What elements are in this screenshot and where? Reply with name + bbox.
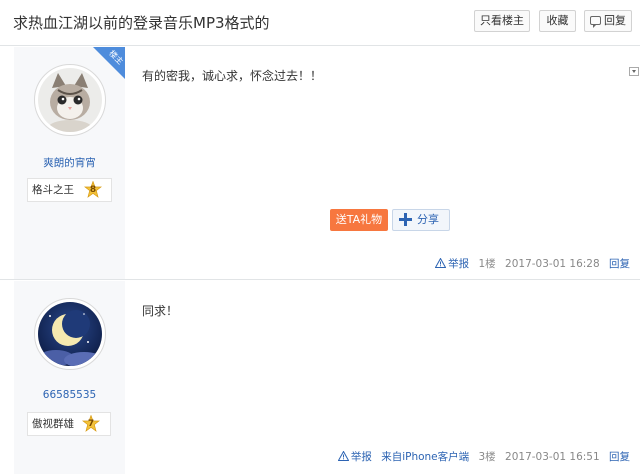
- report-link[interactable]: 举报: [435, 258, 469, 270]
- reply-icon: [590, 16, 601, 28]
- client-source: 来自iPhone客户端: [381, 451, 469, 463]
- reply-button[interactable]: 回复: [584, 10, 632, 32]
- report-label: 举报: [350, 451, 372, 463]
- rank-badge: 格斗之王 8: [27, 178, 112, 202]
- rank-level: 7: [87, 419, 95, 429]
- plus-icon: [399, 213, 412, 226]
- client-source-label[interactable]: 来自iPhone客户端: [381, 451, 469, 463]
- thread-title: 求热血江湖以前的登录音乐MP3格式的: [13, 14, 270, 32]
- username[interactable]: 爽朗的宵宵: [14, 155, 125, 170]
- only-op-button[interactable]: 只看楼主: [474, 10, 530, 32]
- post-content: 同求！: [142, 304, 179, 318]
- warning-icon: [435, 258, 447, 268]
- post-content: 有的密我，诚心求，怀念过去！！: [142, 69, 323, 83]
- floor-number: 1楼: [478, 258, 496, 270]
- author-sidebar: 66585535 傲视群雄 7: [14, 281, 125, 474]
- thread-header: 求热血江湖以前的登录音乐MP3格式的 只看楼主 收藏 回复: [0, 0, 640, 46]
- author-sidebar: 爽朗的宵宵 格斗之王 8: [14, 47, 125, 279]
- menu-caret-icon[interactable]: [629, 67, 639, 76]
- op-badge-label: 楼主: [107, 48, 125, 67]
- rank-title: 格斗之王: [32, 184, 74, 196]
- post-floor-3: 66585535 傲视群雄 7 同求！ 举报 来自iPhone客户端 3楼 20…: [0, 281, 640, 474]
- star-badge-icon: 8: [83, 180, 103, 199]
- reply-link[interactable]: 回复: [609, 258, 630, 270]
- gift-button[interactable]: 送TA礼物: [330, 209, 388, 231]
- rank-level: 8: [89, 185, 97, 195]
- floor-number: 3楼: [478, 451, 496, 463]
- op-badge: 楼主: [93, 47, 125, 79]
- post-time: 2017-03-01 16:28: [505, 258, 600, 270]
- share-label: 分享: [417, 213, 439, 226]
- report-link[interactable]: 举报: [337, 451, 372, 463]
- report-label: 举报: [448, 258, 470, 270]
- star-badge-icon: 7: [81, 414, 101, 433]
- collect-button[interactable]: 收藏: [539, 10, 576, 32]
- rank-title: 傲视群雄: [32, 418, 74, 430]
- reply-link[interactable]: 回复: [609, 451, 630, 463]
- warning-icon: [337, 451, 349, 461]
- moon-avatar: [38, 302, 102, 366]
- post-meta: 举报 来自iPhone客户端 3楼 2017-03-01 16:51 回复: [332, 449, 630, 464]
- post-time: 2017-03-01 16:51: [505, 451, 600, 463]
- rank-badge: 傲视群雄 7: [27, 412, 111, 436]
- post-floor-1: 爽朗的宵宵 格斗之王 8 楼主 有的密我，诚心求，怀念过去！！ 送TA礼物 分享…: [0, 47, 640, 280]
- post-meta: 举报 1楼 2017-03-01 16:28 回复: [429, 256, 630, 271]
- share-button[interactable]: 分享: [392, 209, 450, 231]
- reply-button-label: 回复: [604, 14, 626, 27]
- username[interactable]: 66585535: [14, 389, 125, 401]
- avatar[interactable]: [34, 298, 106, 370]
